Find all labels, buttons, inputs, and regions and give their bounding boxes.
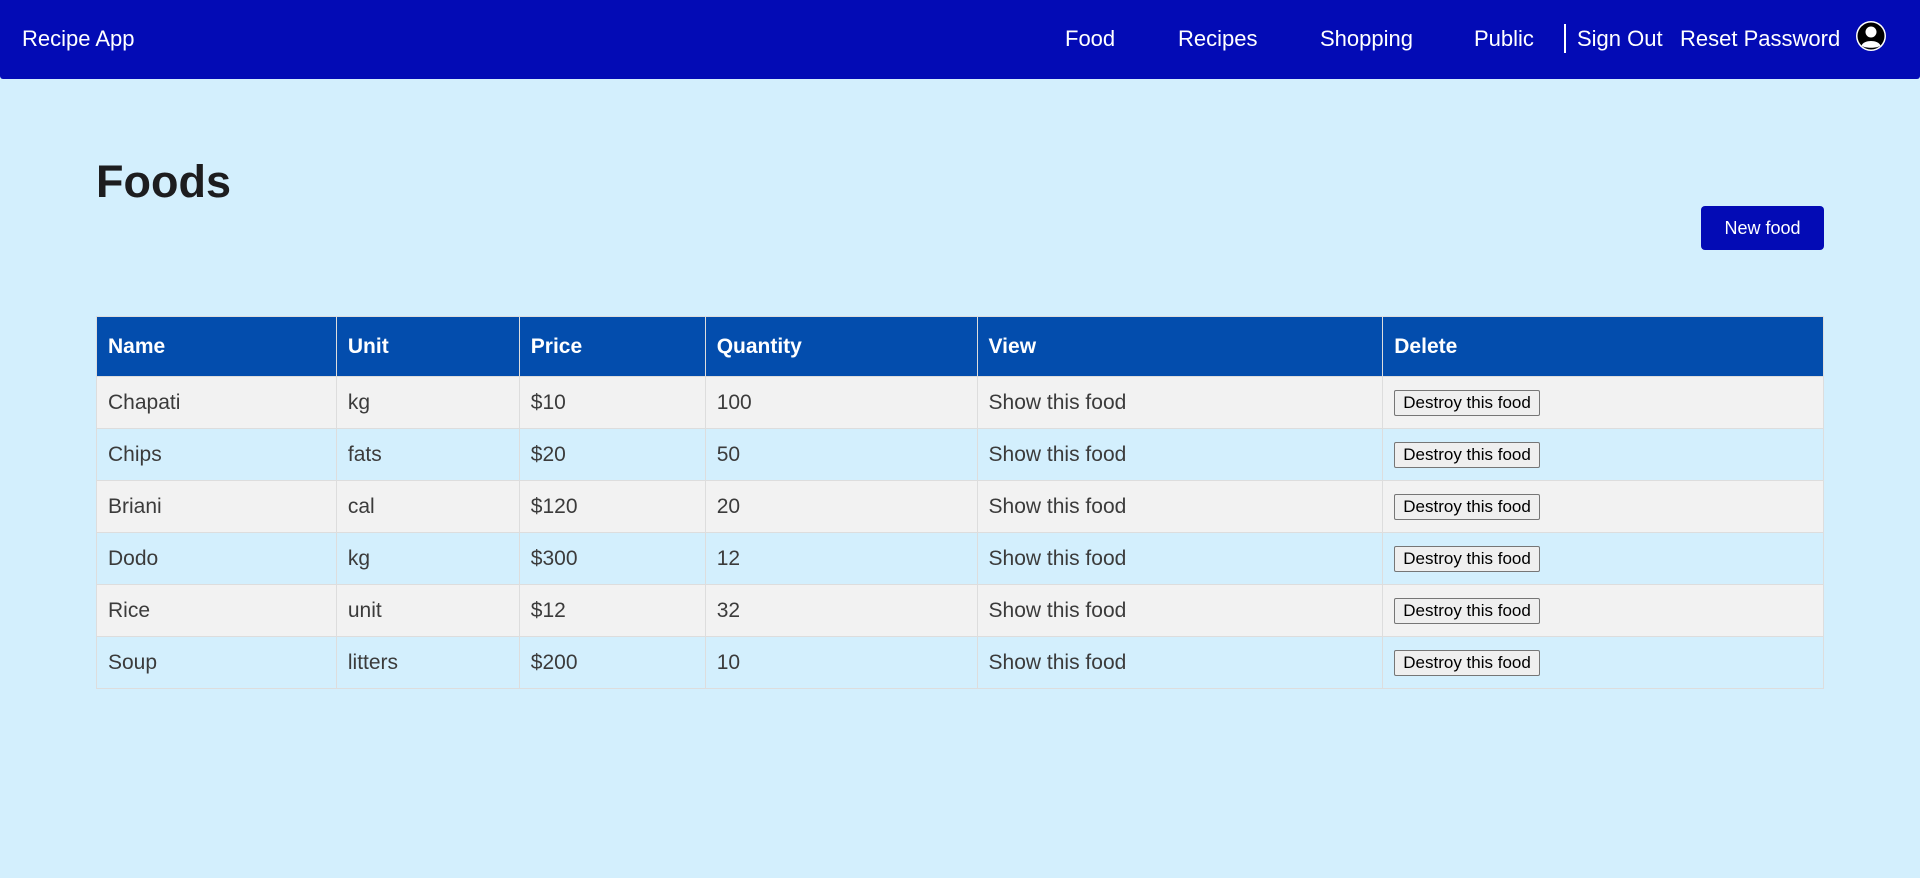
user-circle-icon[interactable] — [1855, 20, 1887, 52]
cell-quantity: 100 — [704, 376, 978, 429]
table-row: Dodo kg $300 12 Show this food Destroy t… — [96, 532, 1824, 585]
cell-quantity: 32 — [704, 584, 978, 637]
cell-unit: litters — [335, 636, 520, 689]
destroy-food-button[interactable]: Destroy this food — [1394, 597, 1540, 624]
cell-view: Show this food — [976, 480, 1384, 533]
header-price: Price — [518, 316, 706, 377]
cell-name: Chapati — [96, 376, 337, 429]
cell-view: Show this food — [976, 636, 1384, 689]
cell-delete: Destroy this food — [1382, 584, 1824, 637]
cell-delete: Destroy this food — [1382, 480, 1824, 533]
cell-name: Dodo — [96, 532, 337, 585]
foods-table: Name Unit Price Quantity View Delete Cha… — [96, 316, 1824, 689]
show-food-link[interactable]: Show this food — [989, 599, 1127, 622]
nav-divider — [1564, 24, 1566, 53]
cell-delete: Destroy this food — [1382, 532, 1824, 585]
show-food-link[interactable]: Show this food — [989, 495, 1127, 518]
cell-price: $120 — [518, 480, 706, 533]
table-row: Chapati kg $10 100 Show this food Destro… — [96, 376, 1824, 429]
header-unit: Unit — [335, 316, 520, 377]
cell-quantity: 10 — [704, 636, 978, 689]
cell-price: $200 — [518, 636, 706, 689]
cell-delete: Destroy this food — [1382, 428, 1824, 481]
cell-name: Chips — [96, 428, 337, 481]
cell-price: $20 — [518, 428, 706, 481]
cell-unit: kg — [335, 532, 520, 585]
nav-link-public[interactable]: Public — [1474, 26, 1534, 52]
reset-password-link[interactable]: Reset Password — [1680, 26, 1840, 52]
table-row: Chips fats $20 50 Show this food Destroy… — [96, 428, 1824, 481]
table-row: Soup litters $200 10 Show this food Dest… — [96, 636, 1824, 689]
destroy-food-button[interactable]: Destroy this food — [1394, 649, 1540, 676]
header-quantity: Quantity — [704, 316, 978, 377]
table-row: Rice unit $12 32 Show this food Destroy … — [96, 584, 1824, 637]
cell-unit: kg — [335, 376, 520, 429]
page-title: Foods — [96, 156, 231, 207]
table-header-row: Name Unit Price Quantity View Delete — [96, 316, 1824, 377]
cell-price: $10 — [518, 376, 706, 429]
show-food-link[interactable]: Show this food — [989, 547, 1127, 570]
show-food-link[interactable]: Show this food — [989, 651, 1127, 674]
show-food-link[interactable]: Show this food — [989, 391, 1127, 414]
destroy-food-button[interactable]: Destroy this food — [1394, 545, 1540, 572]
cell-unit: unit — [335, 584, 520, 637]
new-food-button[interactable]: New food — [1701, 206, 1824, 250]
cell-delete: Destroy this food — [1382, 376, 1824, 429]
show-food-link[interactable]: Show this food — [989, 443, 1127, 466]
cell-price: $300 — [518, 532, 706, 585]
nav-link-recipes[interactable]: Recipes — [1178, 26, 1257, 52]
header-name: Name — [96, 316, 337, 377]
cell-price: $12 — [518, 584, 706, 637]
cell-view: Show this food — [976, 532, 1384, 585]
destroy-food-button[interactable]: Destroy this food — [1394, 441, 1540, 468]
cell-quantity: 50 — [704, 428, 978, 481]
cell-unit: fats — [335, 428, 520, 481]
table-row: Briani cal $120 20 Show this food Destro… — [96, 480, 1824, 533]
destroy-food-button[interactable]: Destroy this food — [1394, 493, 1540, 520]
cell-quantity: 20 — [704, 480, 978, 533]
cell-name: Briani — [96, 480, 337, 533]
header-delete: Delete — [1382, 316, 1824, 377]
sign-out-link[interactable]: Sign Out — [1577, 26, 1663, 52]
cell-view: Show this food — [976, 584, 1384, 637]
nav-link-shopping[interactable]: Shopping — [1320, 26, 1413, 52]
brand-link[interactable]: Recipe App — [22, 26, 135, 52]
navbar: Recipe App Food Recipes Shopping Public … — [0, 0, 1920, 79]
cell-name: Rice — [96, 584, 337, 637]
destroy-food-button[interactable]: Destroy this food — [1394, 389, 1540, 416]
cell-view: Show this food — [976, 428, 1384, 481]
cell-name: Soup — [96, 636, 337, 689]
cell-delete: Destroy this food — [1382, 636, 1824, 689]
cell-view: Show this food — [976, 376, 1384, 429]
nav-link-food[interactable]: Food — [1065, 26, 1115, 52]
header-view: View — [976, 316, 1384, 377]
cell-quantity: 12 — [704, 532, 978, 585]
cell-unit: cal — [335, 480, 520, 533]
